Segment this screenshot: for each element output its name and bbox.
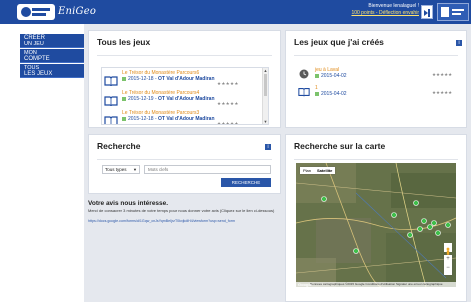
sidebar-item-my-account[interactable]: MON COMPTE — [20, 49, 84, 63]
map-attribution: Données cartographiques ©2015 Google Con… — [296, 282, 456, 287]
book-icon — [104, 76, 118, 86]
type-select-value: Tous types — [105, 167, 127, 172]
scrollbar[interactable]: ▲ ▼ — [262, 68, 268, 124]
book-icon — [298, 88, 310, 97]
game-place: OT Val d'Adour Madiran — [158, 96, 215, 102]
calendar-icon — [315, 91, 319, 96]
info-icon[interactable]: i — [456, 40, 462, 46]
logo-icon[interactable] — [16, 2, 56, 22]
game-meta: 2015-04-02 — [315, 73, 347, 79]
sidebar-item-sublabel: UN JEU — [24, 41, 44, 47]
rating-stars: ★★★★★ — [432, 90, 453, 95]
game-meta: 2015-12-18 - OT Val d'Adour Madiran — [122, 116, 215, 122]
rating-stars: ★★★★★ — [432, 72, 453, 77]
street-view-icon[interactable] — [444, 243, 452, 255]
panel-title: Tous les jeux — [97, 37, 151, 47]
scroll-up-icon[interactable]: ▲ — [263, 68, 268, 73]
game-date: 2015-04-02 — [321, 73, 347, 79]
divider — [294, 55, 458, 56]
rating-stars: ★★★★★ — [217, 121, 239, 125]
games-list[interactable]: Le Trésor du Monastère Parcours6 2015-12… — [101, 67, 269, 125]
panel-title: Les jeux que j'ai créés — [294, 37, 384, 47]
map-type-satellite[interactable]: Satellite — [314, 167, 335, 174]
search-button[interactable]: RECHERCHE — [221, 178, 271, 187]
chevron-down-icon: ▼ — [133, 167, 137, 172]
satellite-map[interactable] — [296, 163, 456, 287]
list-item[interactable]: 1 2015-04-02 ★★★★★ — [298, 85, 458, 101]
scroll-down-icon[interactable]: ▼ — [263, 119, 268, 124]
calendar-icon — [122, 116, 126, 121]
list-item[interactable]: Le Trésor du Monastère Parcours3 2015-12… — [102, 110, 260, 125]
map-view[interactable]: Plan Satellite + − Données cartographiqu… — [296, 163, 456, 287]
game-date: 2015-12-19 — [128, 96, 154, 102]
list-item[interactable]: Le Trésor du Monastère Parcours6 2015-12… — [102, 70, 260, 92]
scrollbar-thumb[interactable] — [264, 74, 267, 96]
sidebar-item-sublabel: COMPTE — [24, 56, 50, 62]
book-icon — [104, 96, 118, 106]
welcome-line: Bienvenue lenalaguel ! — [368, 3, 419, 9]
map-type-plan[interactable]: Plan — [300, 167, 314, 174]
logout-icon[interactable] — [421, 5, 433, 19]
game-date: 2015-04-02 — [321, 91, 347, 97]
game-date: 2015-12-18 — [128, 116, 154, 122]
game-date: 2015-12-18 — [128, 76, 154, 82]
all-games-panel: Tous les jeux Le Trésor du Monastère Par… — [88, 30, 281, 128]
sidebar: CRÉER UN JEU MON COMPTE TOUS LES JEUX — [0, 24, 84, 302]
logo-text[interactable]: EniGeo — [58, 6, 96, 17]
zoom-out-icon[interactable]: − — [444, 264, 452, 273]
feedback-title: Votre avis nous intéresse. — [88, 200, 169, 207]
sidebar-item-create-game[interactable]: CRÉER UN JEU — [20, 34, 84, 48]
google-logo: Google — [298, 282, 312, 287]
avatar[interactable] — [437, 3, 469, 21]
divider — [294, 159, 458, 160]
book-icon — [104, 116, 118, 124]
divider — [97, 55, 272, 56]
feedback-text: Merci de consacrer 3 minutes de votre te… — [88, 208, 275, 213]
welcome-message: Bienvenue lenalaguel ! 100 points - Défl… — [351, 3, 419, 17]
divider — [97, 159, 272, 160]
zoom-control[interactable]: + − — [444, 255, 452, 275]
search-panel: Recherche i Tous types ▼ RECHERCHE — [88, 134, 281, 194]
zoom-in-icon[interactable]: + — [444, 255, 452, 264]
info-icon[interactable]: i — [265, 144, 271, 150]
panel-title: Recherche sur la carte — [294, 141, 386, 151]
game-place: OT Val d'Adour Madiran — [158, 76, 215, 82]
game-meta: 2015-12-19 - OT Val d'Adour Madiran — [122, 96, 215, 102]
rating-stars: ★★★★★ — [217, 81, 239, 86]
sidebar-item-sublabel: LES JEUX — [24, 71, 53, 77]
main-content: Tous les jeux Le Trésor du Monastère Par… — [84, 24, 471, 302]
list-item[interactable]: jeu à Laval 2015-04-02 ★★★★★ — [298, 67, 458, 83]
search-input[interactable] — [144, 165, 271, 174]
map-type-toggle[interactable]: Plan Satellite — [300, 167, 336, 174]
type-select[interactable]: Tous types ▼ — [102, 165, 140, 174]
sidebar-item-all-games[interactable]: TOUS LES JEUX — [20, 64, 84, 78]
clock-icon — [299, 69, 309, 79]
panel-title: Recherche — [97, 141, 141, 151]
game-place: OT Val d'Adour Madiran — [158, 116, 215, 122]
map-panel: Recherche sur la carte Plan Satellite + … — [285, 134, 467, 302]
list-item[interactable]: Le Trésor du Monastère Parcours4 2015-12… — [102, 90, 260, 112]
calendar-icon — [122, 96, 126, 101]
game-meta: 2015-12-18 - OT Val d'Adour Madiran — [122, 76, 215, 82]
game-meta: 2015-04-02 — [315, 91, 347, 97]
rating-stars: ★★★★★ — [217, 101, 239, 106]
points-link[interactable]: 100 points - Déflection envahir — [351, 10, 419, 17]
calendar-icon — [122, 76, 126, 81]
my-games-panel: Les jeux que j'ai créés i jeu à Laval 20… — [285, 30, 467, 128]
feedback-link[interactable]: https://docs.google.com/forms/d/1Gqw_cnJ… — [88, 219, 278, 223]
calendar-icon — [315, 73, 319, 78]
top-header: EniGeo Bienvenue lenalaguel ! 100 points… — [0, 0, 471, 24]
